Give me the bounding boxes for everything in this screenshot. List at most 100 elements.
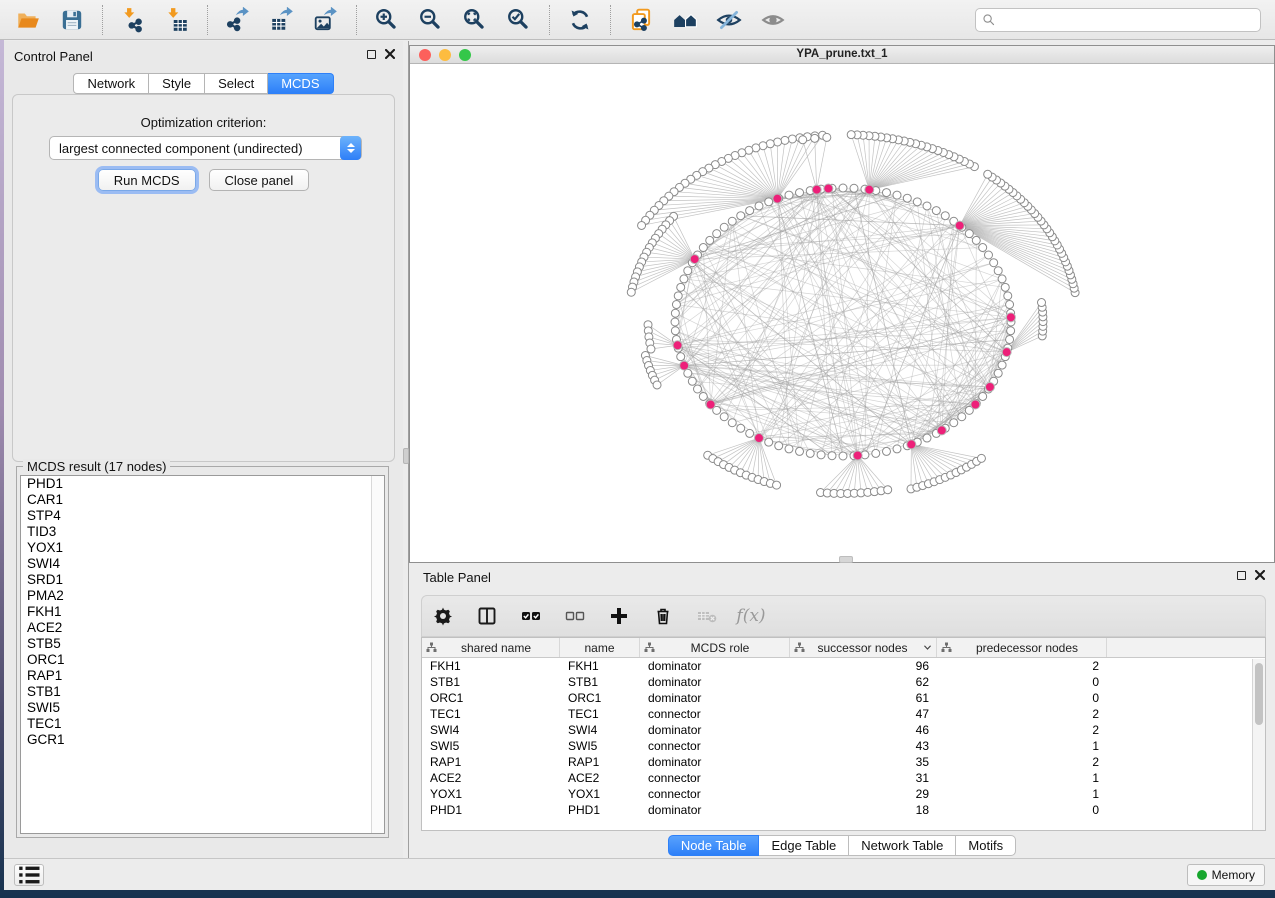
memory-button[interactable]: Memory bbox=[1187, 864, 1265, 886]
mcds-result-item[interactable]: ORC1 bbox=[21, 652, 384, 668]
mcds-result-item[interactable]: STB1 bbox=[21, 684, 384, 700]
hide-selected-button[interactable] bbox=[714, 5, 744, 35]
tab-network-table[interactable]: Network Table bbox=[849, 835, 956, 856]
table-row[interactable]: YOX1YOX1connector291 bbox=[422, 786, 1265, 802]
table-cell: RAP1 bbox=[560, 754, 640, 770]
mcds-result-item[interactable]: GCR1 bbox=[21, 732, 384, 748]
table-row[interactable]: PHD1PHD1dominator180 bbox=[422, 802, 1265, 818]
table-row[interactable]: RAP1RAP1dominator352 bbox=[422, 754, 1265, 770]
mcds-result-item[interactable]: YOX1 bbox=[21, 540, 384, 556]
node-table[interactable]: shared namenameMCDS rolesuccessor nodesp… bbox=[421, 637, 1266, 831]
first-neighbors-button[interactable] bbox=[670, 5, 700, 35]
right-region: YPA_prune.txt_1 Table Panel f(x) shared … bbox=[409, 41, 1275, 858]
mcds-result-item[interactable]: RAP1 bbox=[21, 668, 384, 684]
zoom-fit-button[interactable] bbox=[460, 5, 490, 35]
mcds-result-item[interactable]: ACE2 bbox=[21, 620, 384, 636]
scrollbar-thumb[interactable] bbox=[1255, 663, 1263, 725]
table-cell: 35 bbox=[790, 754, 937, 770]
mcds-result-item[interactable]: FKH1 bbox=[21, 604, 384, 620]
table-cell: SWI5 bbox=[422, 738, 560, 754]
delete-row-icon[interactable] bbox=[652, 605, 674, 627]
mcds-result-item[interactable]: TID3 bbox=[21, 524, 384, 540]
export-network-button[interactable] bbox=[223, 5, 253, 35]
tab-edge-table[interactable]: Edge Table bbox=[759, 835, 849, 856]
mcds-result-item[interactable]: SRD1 bbox=[21, 572, 384, 588]
import-table-button[interactable] bbox=[162, 5, 192, 35]
table-row[interactable]: SWI4SWI4dominator462 bbox=[422, 722, 1265, 738]
refresh-button[interactable] bbox=[565, 5, 595, 35]
tab-node-table[interactable]: Node Table bbox=[668, 835, 760, 856]
select-all-icon[interactable] bbox=[520, 605, 542, 627]
mcds-result-item[interactable]: TEC1 bbox=[21, 716, 384, 732]
network-canvas[interactable] bbox=[410, 64, 1274, 562]
close-panel-button[interactable]: Close panel bbox=[209, 169, 310, 191]
column-header-shared-name[interactable]: shared name bbox=[422, 638, 560, 657]
settings-gear-icon[interactable] bbox=[432, 605, 454, 627]
close-table-panel-icon[interactable] bbox=[1255, 570, 1265, 580]
table-cell: connector bbox=[640, 770, 790, 786]
mcds-result-fieldset: MCDS result (17 nodes) PHD1CAR1STP4TID3Y… bbox=[16, 466, 389, 838]
task-history-button[interactable] bbox=[14, 864, 44, 886]
deselect-all-icon[interactable] bbox=[564, 605, 586, 627]
search-input[interactable] bbox=[1000, 13, 1254, 27]
mcds-result-item[interactable]: SWI4 bbox=[21, 556, 384, 572]
table-row[interactable]: STB1STB1dominator620 bbox=[422, 674, 1265, 690]
control-panel-header: Control Panel bbox=[4, 41, 403, 67]
tab-network[interactable]: Network bbox=[73, 73, 149, 94]
close-panel-icon[interactable] bbox=[385, 49, 395, 59]
table-row[interactable]: SWI5SWI5connector431 bbox=[422, 738, 1265, 754]
toolbar-separator bbox=[356, 5, 357, 35]
main-toolbar-groups bbox=[6, 5, 795, 35]
horizontal-splitter-handle[interactable] bbox=[839, 556, 853, 563]
mcds-result-item[interactable]: STP4 bbox=[21, 508, 384, 524]
export-image-button[interactable] bbox=[311, 5, 341, 35]
tab-style[interactable]: Style bbox=[149, 73, 205, 94]
tab-motifs[interactable]: Motifs bbox=[956, 835, 1016, 856]
table-cell: connector bbox=[640, 706, 790, 722]
float-table-panel-icon[interactable] bbox=[1237, 571, 1246, 580]
table-row[interactable]: ORC1ORC1dominator610 bbox=[422, 690, 1265, 706]
table-row[interactable]: ACE2ACE2connector311 bbox=[422, 770, 1265, 786]
save-session-button[interactable] bbox=[57, 5, 87, 35]
node-table-body: FKH1FKH1dominator962STB1STB1dominator620… bbox=[422, 658, 1265, 818]
add-row-icon[interactable] bbox=[608, 605, 630, 627]
mcds-result-item[interactable]: CAR1 bbox=[21, 492, 384, 508]
run-mcds-button[interactable]: Run MCDS bbox=[98, 169, 196, 191]
table-row[interactable]: FKH1FKH1dominator962 bbox=[422, 658, 1265, 674]
column-header-successor-nodes[interactable]: successor nodes bbox=[790, 638, 937, 657]
mcds-result-list[interactable]: PHD1CAR1STP4TID3YOX1SWI4SRD1PMA2FKH1ACE2… bbox=[20, 475, 385, 834]
column-header-MCDS-role[interactable]: MCDS role bbox=[640, 638, 790, 657]
table-cell: PHD1 bbox=[560, 802, 640, 818]
import-network-button[interactable] bbox=[118, 5, 148, 35]
clone-network-button[interactable] bbox=[626, 5, 656, 35]
zoom-selected-button[interactable] bbox=[504, 5, 534, 35]
mcds-hub-node bbox=[812, 185, 821, 194]
mcds-result-item[interactable]: STB5 bbox=[21, 636, 384, 652]
mcds-result-item[interactable]: PHD1 bbox=[21, 476, 384, 492]
optimization-criterion-label: Optimization criterion: bbox=[13, 115, 394, 130]
optimization-criterion-select[interactable]: largest connected component (undirected) bbox=[49, 136, 362, 160]
columns-icon[interactable] bbox=[476, 605, 498, 627]
table-cell: 0 bbox=[937, 802, 1107, 818]
zoom-out-button[interactable] bbox=[416, 5, 446, 35]
float-panel-icon[interactable] bbox=[367, 50, 376, 59]
mcds-hub-node bbox=[865, 185, 874, 194]
mcds-result-item[interactable]: PMA2 bbox=[21, 588, 384, 604]
column-header-name[interactable]: name bbox=[560, 638, 640, 657]
node-table-scrollbar[interactable] bbox=[1252, 659, 1265, 830]
tab-select[interactable]: Select bbox=[205, 73, 268, 94]
show-all-button[interactable] bbox=[758, 5, 788, 35]
column-header-predecessor-nodes[interactable]: predecessor nodes bbox=[937, 638, 1107, 657]
table-row[interactable]: TEC1TEC1connector472 bbox=[422, 706, 1265, 722]
table-cell: ORC1 bbox=[422, 690, 560, 706]
mcds-result-item[interactable]: SWI5 bbox=[21, 700, 384, 716]
search-box[interactable] bbox=[975, 8, 1261, 32]
table-cell: FKH1 bbox=[560, 658, 640, 674]
tab-mcds[interactable]: MCDS bbox=[268, 73, 333, 94]
mcds-result-scrollbar[interactable] bbox=[371, 476, 384, 833]
export-table-button[interactable] bbox=[267, 5, 297, 35]
table-cell: 46 bbox=[790, 722, 937, 738]
open-file-button[interactable] bbox=[13, 5, 43, 35]
network-view-titlebar[interactable]: YPA_prune.txt_1 bbox=[410, 46, 1274, 64]
zoom-in-button[interactable] bbox=[372, 5, 402, 35]
